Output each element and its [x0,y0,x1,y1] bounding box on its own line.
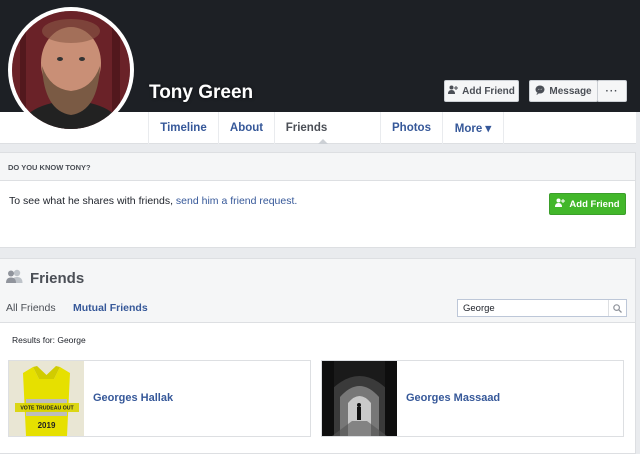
thumb-text-2: 2019 [38,421,56,430]
friend-name-link[interactable]: Georges Hallak [93,392,173,404]
results-label: Results for: George [12,335,86,345]
add-friend-green-button[interactable]: Add Friend [549,193,626,215]
thumb-text-1: VOTE TRUDEAU OUT [20,406,74,412]
profile-picture[interactable] [8,7,134,133]
tab-mutual-friends[interactable]: Mutual Friends [73,302,148,314]
tab-all-friends[interactable]: All Friends [6,302,56,314]
tab-photos[interactable]: Photos [380,112,442,144]
friend-name-link[interactable]: Georges Massaad [406,392,500,404]
tab-about[interactable]: About [218,112,274,144]
profile-photo-image [12,11,130,129]
friends-title-label: Friends [30,269,85,287]
add-friend-icon [555,198,566,210]
friends-icon [6,269,23,287]
profile-name[interactable]: Tony Green [149,82,253,104]
messenger-icon [535,85,545,98]
friend-thumbnail[interactable] [322,361,397,436]
add-friend-icon [448,85,459,97]
more-options-button[interactable]: ··· [597,80,627,102]
friends-search [457,299,627,317]
search-icon[interactable] [608,300,626,316]
add-friend-label: Add Friend [462,85,515,97]
know-heading: DO YOU KNOW TONY? [0,153,635,181]
add-friend-button[interactable]: Add Friend [444,80,519,102]
send-friend-request-link[interactable]: send him a friend request. [176,195,297,207]
friends-header: Friends All Friends Mutual Friends [0,259,635,323]
friend-thumbnail[interactable]: VOTE TRUDEAU OUT 2019 [9,361,84,436]
friends-search-input[interactable] [458,300,608,316]
message-label: Message [549,85,592,97]
friend-card: VOTE TRUDEAU OUT 2019 Georges Hallak [8,360,311,437]
tab-timeline[interactable]: Timeline [148,112,218,144]
active-tab-indicator [318,139,328,144]
friend-request-box: DO YOU KNOW TONY? To see what he shares … [0,152,636,248]
more-options-label: ··· [605,85,619,97]
message-button[interactable]: Message [529,80,598,102]
friend-card: Georges Massaad [321,360,624,437]
friends-title[interactable]: Friends [6,269,84,287]
tab-friends[interactable]: Friends [274,112,338,144]
add-friend-green-label: Add Friend [569,198,620,210]
friends-section: Friends All Friends Mutual Friends Resul… [0,258,636,454]
tab-more[interactable]: More ▾ [442,112,504,144]
know-text: To see what he shares with friends, send… [9,195,297,207]
know-text-prefix: To see what he shares with friends, [9,195,176,207]
